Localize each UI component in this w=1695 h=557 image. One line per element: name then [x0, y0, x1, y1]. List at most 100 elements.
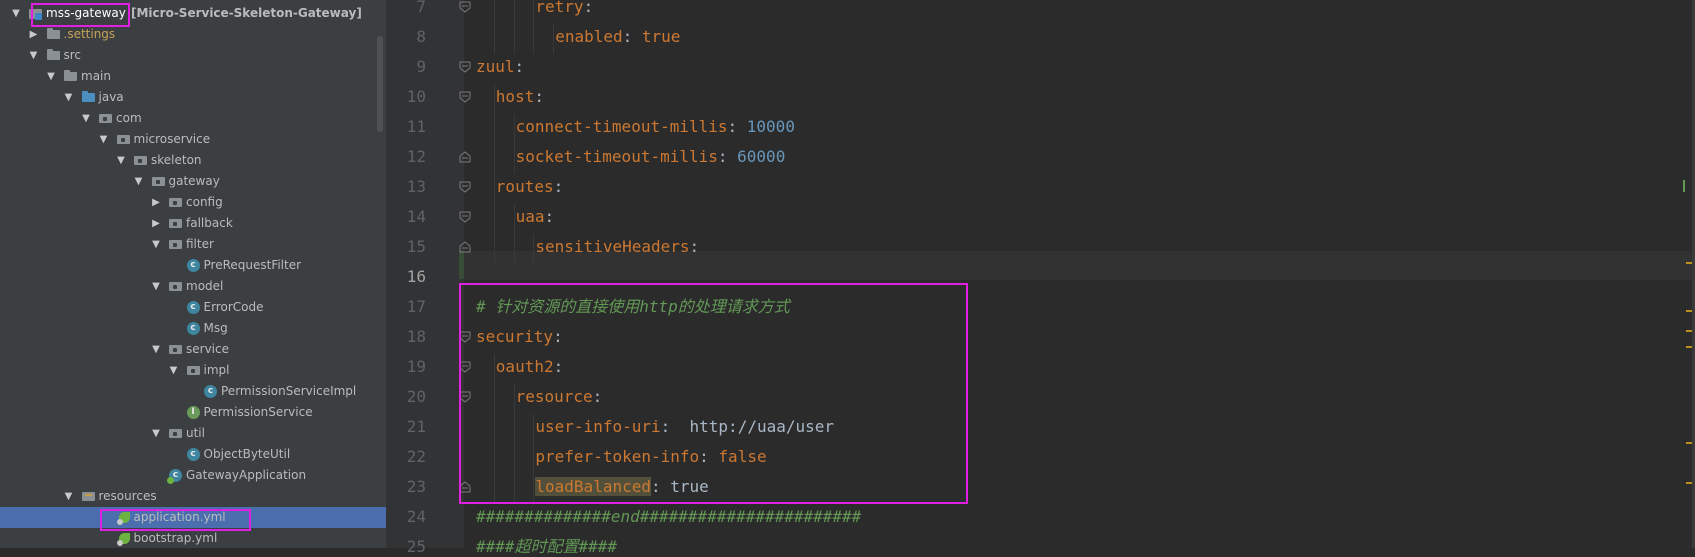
expand-arrow-icon[interactable]: ▼ [151, 339, 161, 360]
tree-item[interactable]: ▼ filter [0, 234, 386, 255]
tree-item[interactable]: GatewayApplication [0, 465, 386, 486]
code-line[interactable]: zuul: [476, 57, 524, 77]
fold-open-icon[interactable] [459, 211, 471, 223]
folder-icon [45, 45, 61, 66]
class-icon [185, 318, 201, 339]
error-stripe-marker[interactable] [1683, 180, 1685, 192]
expand-arrow-icon[interactable]: ▼ [134, 171, 144, 192]
tree-item[interactable]: ▼ main [0, 66, 386, 87]
expand-arrow-icon[interactable]: ▼ [64, 486, 74, 507]
tree-item[interactable]: Msg [0, 318, 386, 339]
expand-arrow-icon[interactable]: ▼ [11, 3, 21, 24]
tree-item[interactable]: ▼ impl [0, 360, 386, 381]
fold-open-icon[interactable] [459, 61, 471, 73]
fold-open-icon[interactable] [459, 181, 471, 193]
code-line[interactable]: routes: [496, 177, 563, 197]
fold-open-icon[interactable] [459, 1, 471, 13]
code-token: : [622, 27, 642, 46]
tree-item[interactable]: ▶ fallback [0, 213, 386, 234]
code-token: connect-timeout-millis [515, 117, 728, 136]
tree-item[interactable]: ErrorCode [0, 297, 386, 318]
indent-guide [513, 24, 515, 54]
collapse-arrow-icon[interactable]: ▶ [151, 192, 161, 213]
code-line[interactable]: uaa: [516, 207, 555, 227]
fold-close-icon[interactable] [459, 241, 471, 253]
code-token: : [544, 207, 555, 226]
tree-item[interactable]: ▼ util [0, 423, 386, 444]
tree-item[interactable]: ▶ .settings [0, 24, 386, 45]
code-line[interactable]: socket-timeout-millis: 60000 [516, 147, 786, 167]
code-line[interactable]: host: [496, 87, 544, 107]
expand-arrow-icon[interactable]: ▼ [29, 45, 39, 66]
expand-arrow-icon[interactable]: ▼ [81, 108, 91, 129]
tree-item-label: gateway [168, 174, 220, 188]
indent-guide [493, 144, 495, 174]
folder-icon [45, 24, 61, 45]
tree-item-label: java [98, 90, 124, 104]
fold-close-icon[interactable] [459, 151, 471, 163]
code-token: : [727, 117, 747, 136]
line-number: 14 [406, 207, 426, 226]
line-number: 24 [406, 507, 426, 526]
package-icon [167, 339, 183, 360]
tree-item-label: util [186, 426, 205, 440]
highlight-box-security-block [459, 283, 968, 504]
line-number: 9 [416, 57, 426, 76]
highlight-box-project [31, 3, 130, 27]
code-line[interactable]: ##############end####################### [476, 507, 861, 527]
indent-guide [513, 114, 515, 144]
code-line[interactable]: connect-timeout-millis: 10000 [516, 117, 795, 137]
expand-arrow-icon[interactable]: ▼ [169, 360, 179, 381]
tree-item[interactable]: PermissionServiceImpl [0, 381, 386, 402]
code-line[interactable]: ####超时配置#### [476, 537, 617, 557]
indent-guide [493, 204, 495, 234]
tree-item[interactable]: ▼ gateway [0, 171, 386, 192]
tree-item[interactable]: ▼ java [0, 87, 386, 108]
collapse-arrow-icon[interactable]: ▶ [29, 24, 39, 45]
line-number: 11 [406, 117, 426, 136]
tree-item[interactable]: ▼ skeleton [0, 150, 386, 171]
tree-item[interactable]: ObjectByteUtil [0, 444, 386, 465]
code-token: retry [535, 0, 584, 16]
expand-arrow-icon[interactable]: ▼ [116, 150, 126, 171]
tree-item[interactable]: ▼ service [0, 339, 386, 360]
expand-arrow-icon[interactable]: ▼ [151, 234, 161, 255]
line-number: 21 [406, 417, 426, 436]
expand-arrow-icon[interactable]: ▼ [151, 423, 161, 444]
tree-item[interactable]: ▼ microservice [0, 129, 386, 150]
tree-item[interactable]: ▼ model [0, 276, 386, 297]
tree-item-suffix: [Micro-Service-Skeleton-Gateway] [131, 6, 362, 20]
tree-item[interactable]: PermissionService [0, 402, 386, 423]
tree-item-label: impl [203, 363, 230, 377]
tree-item[interactable]: bootstrap.yml [0, 528, 386, 548]
collapse-arrow-icon[interactable]: ▶ [151, 213, 161, 234]
class-icon [185, 444, 201, 465]
code-line[interactable]: sensitiveHeaders: [535, 237, 699, 257]
expand-arrow-icon[interactable]: ▼ [151, 276, 161, 297]
expand-arrow-icon[interactable]: ▼ [64, 87, 74, 108]
code-token: : [689, 237, 700, 256]
expand-arrow-icon[interactable]: ▼ [46, 66, 56, 87]
tree-item-label: ErrorCode [203, 300, 264, 314]
interface-icon [185, 402, 201, 423]
tree-item[interactable]: ▶ config [0, 192, 386, 213]
resources-folder-icon [80, 486, 96, 507]
source-folder-icon [80, 87, 96, 108]
tree-item[interactable]: ▼ resources [0, 486, 386, 507]
line-number: 25 [406, 537, 426, 556]
tree-scrollbar[interactable] [377, 36, 383, 132]
tree-item[interactable]: ▼ src [0, 45, 386, 66]
code-token: true [641, 27, 681, 46]
tree-item[interactable]: ▼ com [0, 108, 386, 129]
line-number: 19 [406, 357, 426, 376]
package-icon [185, 360, 201, 381]
expand-arrow-icon[interactable]: ▼ [99, 129, 109, 150]
code-line[interactable]: retry: [535, 0, 593, 17]
code-line[interactable]: enabled: true [555, 27, 680, 47]
code-token: : [553, 177, 564, 196]
indent-guide [493, 234, 495, 264]
code-token: uaa [515, 207, 545, 226]
line-number: 7 [416, 0, 426, 16]
tree-item[interactable]: PreRequestFilter [0, 255, 386, 276]
fold-open-icon[interactable] [459, 91, 471, 103]
